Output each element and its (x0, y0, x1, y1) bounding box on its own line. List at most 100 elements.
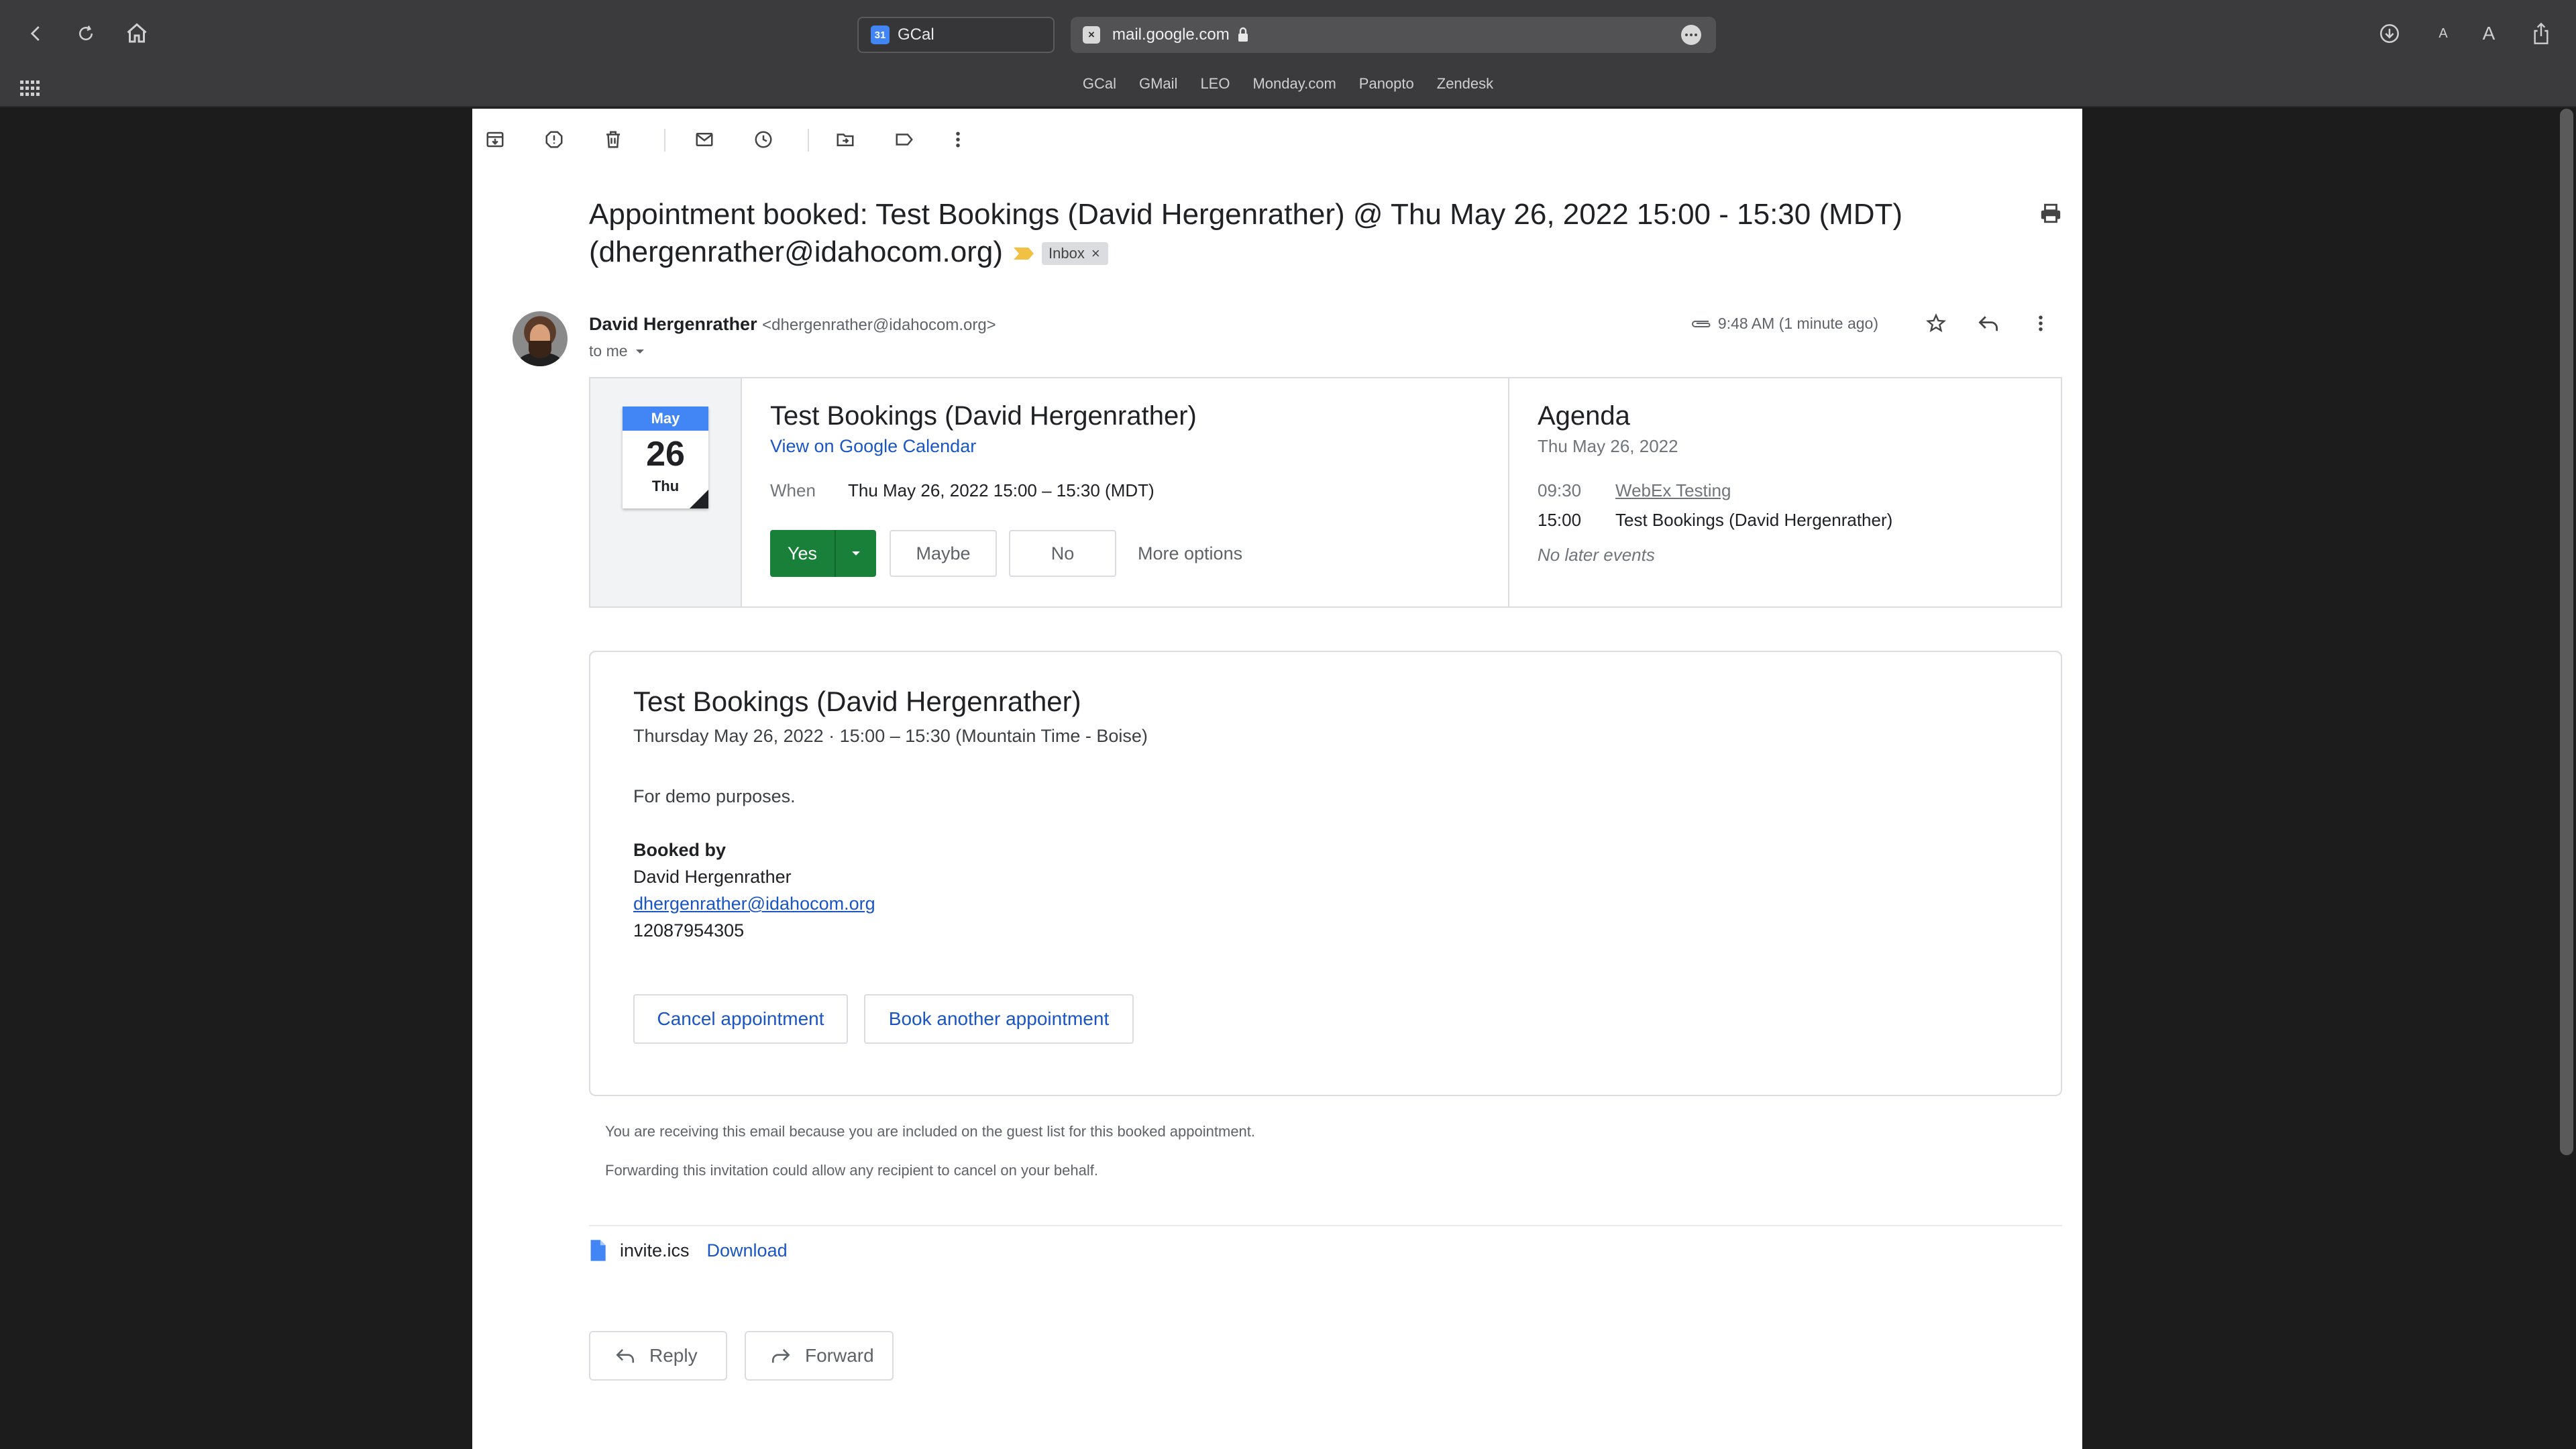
attachment-name[interactable]: invite.ics (620, 1240, 690, 1261)
booking-details-card: Test Bookings (David Hergenrather) Thurs… (589, 651, 2062, 1096)
file-icon (589, 1239, 606, 1262)
rsvp-yes-dropdown[interactable] (835, 530, 876, 577)
inbox-label-chip[interactable]: Inbox × (1042, 242, 1108, 266)
report-spam-icon[interactable] (538, 123, 570, 156)
bookmark-gcal[interactable]: GCal (1083, 75, 1116, 102)
cal-month: May (623, 407, 708, 431)
bookmark-zendesk[interactable]: Zendesk (1437, 75, 1493, 102)
mark-unread-icon[interactable] (688, 123, 720, 156)
sender-line: David Hergenrather <dhergenrather@idahoc… (589, 314, 996, 335)
booked-by-phone: 12087954305 (633, 920, 745, 941)
booking-date-line: Thursday May 26, 2022 · 15:00 – 15:30 (M… (633, 726, 1148, 746)
bookmark-leo[interactable]: LEO (1200, 75, 1230, 102)
invite-title: Test Bookings (David Hergenrather) (770, 401, 1197, 431)
agenda-item: 15:00 Test Bookings (David Hergenrather) (1538, 510, 1892, 531)
when-value: Thu May 26, 2022 15:00 – 15:30 (MDT) (848, 480, 1155, 500)
booking-title: Test Bookings (David Hergenrather) (633, 686, 1081, 717)
email-subject: Appointment booked: Test Bookings (David… (589, 196, 1931, 271)
forward-label: Forward (805, 1345, 874, 1366)
bookmark-monday[interactable]: Monday.com (1252, 75, 1336, 102)
bookmark-gmail[interactable]: GMail (1139, 75, 1177, 102)
when-label: When (770, 480, 816, 500)
important-marker-icon[interactable] (1012, 246, 1035, 261)
calendar-date-icon: May 26 Thu (623, 407, 708, 508)
tab-gcal[interactable]: 31 GCal (857, 17, 1055, 53)
reply-button[interactable]: Reply (589, 1331, 727, 1381)
rsvp-no-button[interactable]: No (1009, 530, 1116, 577)
agenda-title: Agenda (1538, 401, 1630, 431)
more-vert-icon[interactable] (942, 123, 974, 156)
rsvp-maybe-button[interactable]: Maybe (890, 530, 997, 577)
calendar-favicon-icon: 31 (871, 25, 890, 44)
bookmarks-bar: GCal GMail LEO Monday.com Panopto Zendes… (0, 75, 2576, 102)
view-on-calendar-link[interactable]: View on Google Calendar (770, 436, 976, 457)
message-time: 9:48 AM (1 minute ago) (1717, 314, 1878, 332)
lock-icon (1236, 27, 1250, 43)
back-icon[interactable] (20, 17, 52, 50)
rsvp-controls: Yes Maybe No More options (770, 530, 1242, 577)
page-scrollbar[interactable] (2560, 109, 2573, 1155)
reply-icon[interactable] (1972, 307, 2004, 339)
star-icon[interactable] (1920, 307, 1952, 339)
attachment-clip-icon (1690, 317, 1713, 330)
bookmark-panopto[interactable]: Panopto (1359, 75, 1414, 102)
agenda-item-title[interactable]: WebEx Testing (1615, 480, 1731, 501)
book-another-button[interactable]: Book another appointment (864, 994, 1134, 1044)
move-to-icon[interactable] (829, 123, 861, 156)
more-options-link[interactable]: More options (1138, 543, 1242, 564)
delete-icon[interactable] (597, 123, 629, 156)
print-icon[interactable] (2039, 203, 2062, 224)
rsvp-yes-button[interactable]: Yes (770, 530, 835, 577)
label-icon[interactable] (888, 123, 920, 156)
text-smaller-button[interactable]: A (2431, 17, 2455, 50)
agenda-item: 09:30 WebEx Testing (1538, 480, 1731, 501)
toolbar-divider (808, 129, 809, 152)
forward-icon (772, 1348, 790, 1363)
agenda-item-time: 09:30 (1538, 480, 1582, 500)
address-url[interactable]: mail.google.com (1112, 25, 1230, 44)
text-larger-button[interactable]: A (2475, 17, 2502, 50)
reload-icon[interactable] (70, 17, 102, 50)
attachment-download-link[interactable]: Download (707, 1240, 788, 1261)
remove-label-icon[interactable]: × (1091, 242, 1100, 265)
reply-label: Reply (649, 1345, 698, 1366)
share-icon[interactable] (2525, 17, 2557, 50)
more-icon[interactable] (1681, 25, 1701, 45)
forwarding-notice: Forwarding this invitation could allow a… (605, 1162, 1098, 1179)
more-vert-icon[interactable] (2025, 307, 2057, 339)
recipient-text: to me (589, 342, 628, 360)
attachment-divider (589, 1225, 2062, 1226)
email-view: Appointment booked: Test Bookings (David… (472, 109, 2082, 1449)
page-fold-icon (690, 490, 708, 508)
cancel-appointment-button[interactable]: Cancel appointment (633, 994, 848, 1044)
agenda-item-time: 15:00 (1538, 510, 1582, 530)
no-later-events: No later events (1538, 545, 1655, 565)
attachment-row: invite.ics Download (589, 1236, 788, 1265)
inbox-label-text: Inbox (1049, 245, 1085, 262)
invite-details: Test Bookings (David Hergenrather) View … (742, 378, 1508, 606)
message-meta: 9:48 AM (1 minute ago) (1690, 307, 2057, 339)
chevron-down-icon (852, 551, 860, 555)
toolbar-divider (664, 129, 665, 152)
sender-name[interactable]: David Hergenrather (589, 314, 757, 334)
downloads-icon[interactable] (2373, 17, 2406, 50)
guest-list-notice: You are receiving this email because you… (605, 1123, 1256, 1140)
browser-toolbar: 31 GCal × mail.google.com A A GCal GMail… (0, 0, 2576, 107)
sender-email: <dhergenrather@idahocom.org> (762, 316, 996, 334)
recipient-details[interactable]: to me (589, 342, 645, 360)
sender-avatar[interactable] (513, 311, 568, 366)
home-icon[interactable] (121, 17, 153, 50)
chevron-down-icon[interactable] (635, 348, 645, 355)
reply-icon (616, 1348, 634, 1363)
archive-icon[interactable] (479, 123, 511, 156)
agenda-date: Thu May 26, 2022 (1538, 436, 1678, 456)
booked-by-email-link[interactable]: dhergenrather@idahocom.org (633, 894, 875, 914)
forward-button[interactable]: Forward (745, 1331, 894, 1381)
tab-title: GCal (898, 25, 934, 44)
subject-text: Appointment booked: Test Bookings (David… (589, 198, 1903, 268)
booking-description: For demo purposes. (633, 786, 796, 806)
snooze-icon[interactable] (747, 123, 780, 156)
booked-by-label: Booked by (633, 840, 727, 860)
agenda-panel: Agenda Thu May 26, 2022 09:30 WebEx Test… (1508, 378, 2061, 606)
address-bar[interactable]: × mail.google.com (1071, 17, 1716, 53)
